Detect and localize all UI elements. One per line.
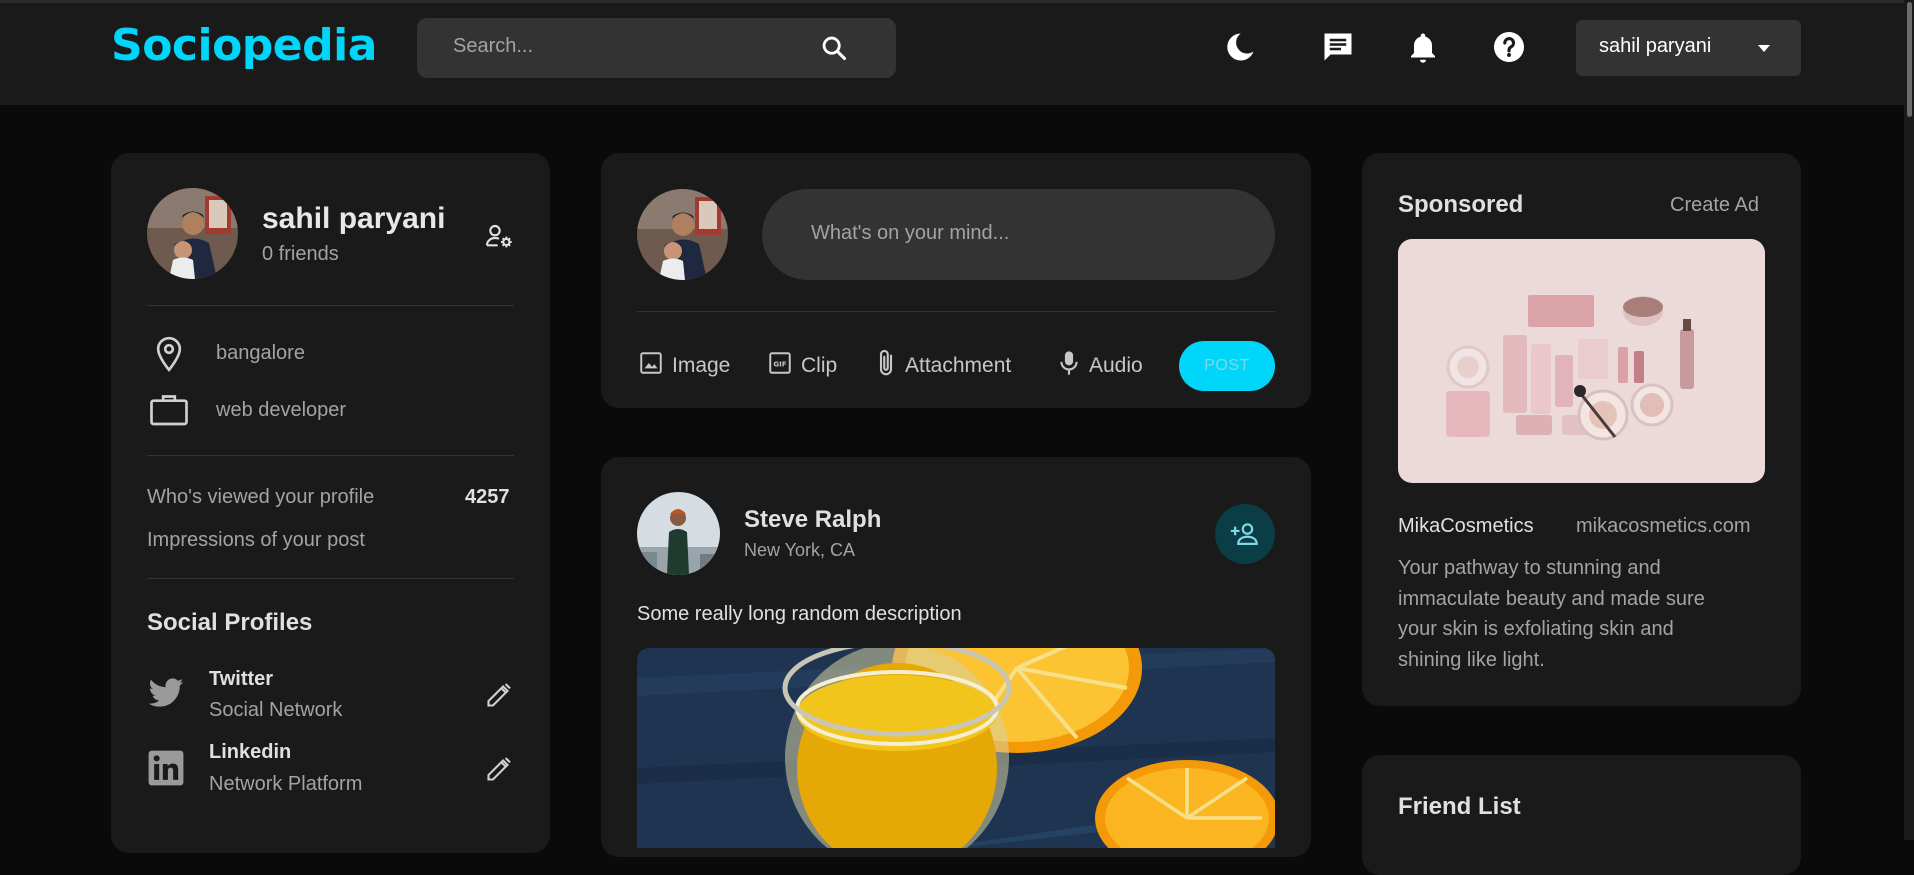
image-icon: [638, 350, 664, 382]
sponsored-brand-name[interactable]: MikaCosmetics: [1398, 515, 1534, 538]
post-author-avatar[interactable]: [637, 492, 720, 575]
search-icon[interactable]: [820, 34, 848, 62]
attachment-tool-button[interactable]: Attachment: [875, 348, 1012, 384]
search-input[interactable]: Search...: [453, 35, 533, 58]
create-ad-link[interactable]: Create Ad: [1670, 194, 1759, 217]
divider: [147, 578, 514, 579]
post-description: Some really long random description: [637, 603, 962, 625]
top-navbar: Sociopedia Search... sahil paryani: [0, 0, 1914, 105]
clip-tool-label: Clip: [801, 354, 838, 377]
post-author-name[interactable]: Steve Ralph: [744, 506, 881, 534]
profile-views-value: 4257: [465, 486, 510, 508]
briefcase-icon: [147, 389, 191, 429]
social-type-twitter: Social Network: [209, 699, 343, 721]
attachment-tool-label: Attachment: [905, 354, 1012, 377]
post-image[interactable]: [637, 648, 1275, 848]
audio-tool-label: Audio: [1089, 354, 1143, 377]
profile-views-label: Who's viewed your profile: [147, 486, 375, 508]
linkedin-icon: [147, 749, 185, 787]
edit-pencil-icon[interactable]: [485, 755, 513, 783]
sponsored-title: Sponsored: [1398, 191, 1524, 218]
dark-mode-moon-icon[interactable]: [1222, 29, 1258, 65]
audio-tool-button[interactable]: Audio: [1057, 350, 1143, 382]
user-occupation: web developer: [216, 399, 347, 421]
divider: [637, 311, 1275, 312]
post-input-placeholder: What's on your mind...: [811, 222, 1010, 244]
person-add-icon: [1229, 519, 1261, 549]
sponsored-description-line: immaculate beauty and made sure: [1398, 588, 1705, 610]
gif-box-icon: GIF: [767, 350, 793, 382]
friend-list-title: Friend List: [1398, 793, 1521, 820]
svg-text:GIF: GIF: [773, 359, 786, 368]
sponsored-description-line: your skin is exfoliating skin and: [1398, 618, 1674, 640]
twitter-icon: [147, 677, 185, 711]
divider: [147, 455, 514, 456]
edit-pencil-icon[interactable]: [485, 681, 513, 709]
page-scrollbar[interactable]: [1904, 0, 1914, 840]
message-icon[interactable]: [1320, 29, 1356, 65]
paperclip-icon: [875, 348, 897, 384]
user-location: bangalore: [216, 342, 305, 364]
image-tool-button[interactable]: Image: [638, 350, 730, 382]
divider: [147, 305, 514, 306]
sponsored-description-line: shining like light.: [1398, 649, 1545, 671]
add-friend-button[interactable]: [1215, 504, 1275, 564]
sponsored-website[interactable]: mikacosmetics.com: [1576, 515, 1750, 538]
search-bar[interactable]: Search...: [417, 18, 896, 78]
social-name-linkedin[interactable]: Linkedin: [209, 741, 291, 764]
user-menu-selected-name: sahil paryani: [1599, 35, 1712, 57]
image-tool-label: Image: [672, 354, 731, 377]
sponsored-description-line: Your pathway to stunning and: [1398, 557, 1661, 579]
sponsored-ad-image[interactable]: [1398, 239, 1765, 483]
composer-avatar: [637, 189, 728, 280]
user-menu-dropdown[interactable]: sahil paryani: [1576, 20, 1801, 76]
impressions-label: Impressions of your post: [147, 529, 365, 551]
caret-down-icon: [1755, 41, 1773, 55]
social-name-twitter[interactable]: Twitter: [209, 668, 273, 691]
post-button[interactable]: POST: [1179, 341, 1275, 391]
help-icon[interactable]: [1491, 29, 1527, 65]
user-name[interactable]: sahil paryani: [262, 202, 445, 236]
manage-account-icon[interactable]: [483, 220, 515, 252]
clip-tool-button[interactable]: GIF Clip: [767, 350, 837, 382]
user-avatar[interactable]: [147, 188, 238, 279]
notifications-bell-icon[interactable]: [1405, 29, 1441, 65]
post-author-location: New York, CA: [744, 540, 856, 560]
friends-count: 0 friends: [262, 243, 339, 265]
page-scrollbar-thumb[interactable]: [1907, 2, 1912, 117]
social-profiles-title: Social Profiles: [147, 609, 313, 636]
post-text-input[interactable]: What's on your mind...: [762, 189, 1275, 280]
social-type-linkedin: Network Platform: [209, 773, 363, 795]
microphone-icon: [1057, 349, 1081, 383]
app-logo[interactable]: Sociopedia: [111, 20, 377, 71]
location-pin-icon: [149, 334, 189, 374]
